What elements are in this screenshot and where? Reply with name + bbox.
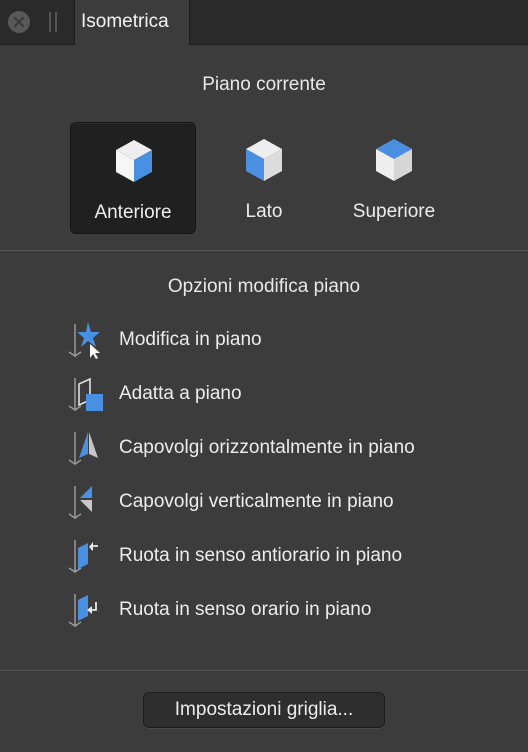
plane-front-label: Anteriore <box>94 202 172 223</box>
option-label: Ruota in senso orario in piano <box>119 599 372 620</box>
section-divider <box>0 670 528 671</box>
option-edit-in-plane[interactable]: Modifica in piano <box>66 320 486 360</box>
cube-side-icon <box>246 139 282 181</box>
fit-to-plane-icon <box>68 377 103 412</box>
option-flip-horizontal[interactable]: Capovolgi orizzontalmente in piano <box>66 428 486 468</box>
grid-settings-button[interactable]: Impostazioni griglia... <box>143 692 385 728</box>
option-label: Modifica in piano <box>119 329 262 350</box>
flip-vertical-icon <box>68 486 92 520</box>
plane-top-label: Superiore <box>352 201 436 222</box>
close-panel-button[interactable] <box>8 11 30 33</box>
plane-side-label: Lato <box>245 201 283 222</box>
option-label: Adatta a piano <box>119 383 242 404</box>
section-divider <box>0 250 528 251</box>
tab-title: Isometrica <box>81 11 169 32</box>
cube-front-icon <box>116 140 152 182</box>
tab-isometrica[interactable]: Isometrica <box>74 0 190 45</box>
isometric-panel: Isometrica Piano corrente Anteriore Lato… <box>0 0 528 752</box>
plane-side-button[interactable]: Lato <box>201 122 327 234</box>
cube-top-icon <box>376 139 412 181</box>
current-plane-heading: Piano corrente <box>202 74 326 95</box>
rotate-clockwise-icon <box>68 594 97 628</box>
option-label: Capovolgi orizzontalmente in piano <box>119 437 415 458</box>
option-rotate-counterclockwise[interactable]: Ruota in senso antiorario in piano <box>66 536 486 576</box>
close-icon <box>13 16 25 28</box>
edit-in-plane-icon <box>68 322 100 359</box>
option-fit-to-plane[interactable]: Adatta a piano <box>66 374 486 414</box>
rotate-counterclockwise-icon <box>68 540 98 574</box>
option-flip-vertical[interactable]: Capovolgi verticalmente in piano <box>66 482 486 522</box>
drag-handle-icon[interactable] <box>48 12 58 32</box>
flip-horizontal-icon <box>68 432 98 466</box>
option-label: Capovolgi verticalmente in piano <box>119 491 394 512</box>
option-rotate-clockwise[interactable]: Ruota in senso orario in piano <box>66 590 486 630</box>
plane-edit-options-heading: Opzioni modifica piano <box>167 276 361 297</box>
plane-front-button[interactable]: Anteriore <box>70 122 196 234</box>
panel-tab-bar: Isometrica <box>0 0 528 45</box>
plane-top-button[interactable]: Superiore <box>331 122 457 234</box>
option-label: Ruota in senso antiorario in piano <box>119 545 403 566</box>
